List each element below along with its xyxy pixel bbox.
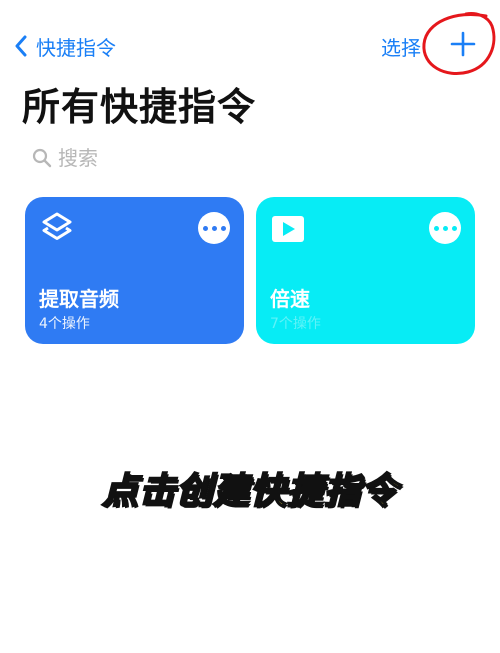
back-button-label: 快捷指令 — [36, 35, 116, 60]
shortcut-card-speed[interactable]: 倍速 7个操作 — [256, 197, 475, 344]
more-dot — [433, 225, 439, 231]
more-dot — [220, 225, 226, 231]
shortcut-title: 倍速 — [270, 287, 310, 311]
more-dot — [202, 225, 208, 231]
chevron-left-icon — [15, 35, 27, 57]
shortcut-card-extract-audio[interactable]: 提取音频 4个操作 — [25, 197, 244, 344]
more-dot — [442, 225, 448, 231]
more-options-button[interactable] — [198, 212, 230, 244]
search-bar[interactable] — [32, 143, 472, 173]
search-icon — [32, 148, 52, 168]
plus-icon[interactable] — [449, 30, 477, 58]
shortcut-title: 提取音频 — [39, 287, 119, 311]
shortcut-action-count: 4个操作 — [39, 316, 90, 332]
more-dot — [211, 225, 217, 231]
back-button[interactable]: 快捷指令 — [14, 31, 116, 61]
shortcut-action-count: 7个操作 — [270, 316, 321, 332]
more-options-button[interactable] — [429, 212, 461, 244]
search-input[interactable] — [58, 146, 438, 170]
select-button[interactable]: 选择 — [381, 31, 421, 61]
more-dot — [451, 225, 457, 231]
page-title: 所有快捷指令 — [22, 85, 257, 129]
instruction-caption: 点击创建快捷指令 — [101, 470, 398, 513]
play-icon — [272, 216, 304, 242]
layers-icon — [42, 212, 72, 240]
